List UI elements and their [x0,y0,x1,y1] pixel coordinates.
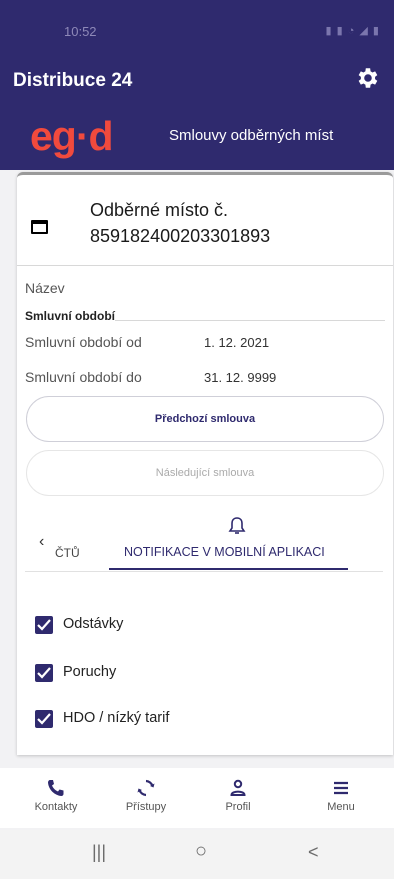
tab-mobile-notifications[interactable]: NOTIFIKACE V MOBILNÍ APLIKACI [124,545,325,559]
section-divider [115,320,385,321]
contract-period-heading: Smluvní období [25,309,115,323]
period-to-value: 31. 12. 9999 [204,370,277,385]
hdo-tariff-label: HDO / nízký tarif [63,710,170,726]
contract-card: Odběrné místo č. 859182400203301893 Náze… [17,172,393,755]
name-label: Název [25,280,65,296]
brand-subtitle: Smlouvy odběrných míst [169,127,334,144]
brand-header: eg·d Smlouvy odběrných míst [0,110,394,170]
divider [17,265,393,266]
nav-menu-label: Menu [327,801,355,813]
nav-access-label: Přístupy [125,801,167,813]
bottom-navigation: Kontakty Přístupy Profil Menu [0,768,394,828]
tabs-divider [25,571,383,572]
sync-icon [137,779,155,797]
previous-contract-button[interactable]: Předchozí smlouva [26,396,384,442]
tabs-scroll-left-icon[interactable]: ‹ [39,533,44,551]
system-navigation-bar: ||| ○ < [0,830,394,879]
profile-icon [230,779,246,796]
menu-icon [334,781,348,795]
failures-checkbox[interactable] [35,664,53,682]
tab-previous[interactable]: ČTŮ [55,546,80,560]
app-title: Distribuce 24 [13,70,133,91]
period-from-label: Smluvní období od [25,334,142,350]
period-from-value: 1. 12. 2021 [204,335,270,350]
home-icon[interactable]: ○ [195,840,207,863]
bell-icon [228,517,246,534]
back-icon[interactable]: < [308,842,319,863]
failures-label: Poruchy [63,664,117,680]
status-time: 10:52 [64,24,97,39]
status-icons: ▮ ▮ ◔ ◢ ▮ [325,25,380,37]
nav-access[interactable]: Přístupy [111,778,181,813]
nav-profile[interactable]: Profil [203,778,273,813]
phone-icon [48,780,64,796]
status-bar: 10:52 ▮ ▮ ◔ ◢ ▮ [0,0,394,52]
next-contract-button: Následující smlouva [26,450,384,496]
delivery-point-icon [31,220,48,234]
delivery-point-title-line1: Odběrné místo č. [90,200,229,220]
nav-contacts[interactable]: Kontakty [21,778,91,813]
period-to-label: Smluvní období do [25,369,142,385]
nav-menu[interactable]: Menu [306,778,376,813]
recents-icon[interactable]: ||| [92,842,106,863]
nav-profile-label: Profil [225,801,251,813]
active-tab-indicator [109,568,348,570]
outages-label: Odstávky [63,616,124,632]
delivery-point-number: 859182400203301893 [90,226,271,246]
app-bar: Distribuce 24 [0,52,394,110]
outages-checkbox[interactable] [35,616,53,634]
settings-gear-icon[interactable] [354,65,380,91]
egd-logo: eg·d [30,113,114,159]
delivery-point-title: Odběrné místo č. 859182400203301893 [90,197,270,249]
hdo-tariff-checkbox[interactable] [35,710,53,728]
nav-contacts-label: Kontakty [34,801,78,813]
